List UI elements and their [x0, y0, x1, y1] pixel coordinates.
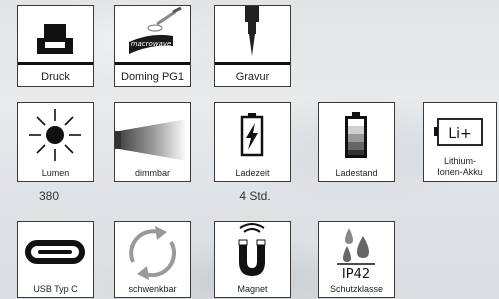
tile-druck: Druck — [17, 5, 94, 87]
ladezeit-value: 4 Std. — [239, 189, 271, 203]
divider-line — [18, 62, 93, 65]
li-ion-battery-icon: Li+ — [434, 118, 483, 146]
rotate-arrows-icon — [129, 226, 177, 280]
divider-line — [115, 62, 190, 65]
tile-label: Gravur — [235, 71, 270, 83]
doming-dome-icon: macrowave — [129, 6, 182, 54]
tile-label-line2: Ionen-Akku — [437, 167, 483, 177]
ip-badge: IP42 — [342, 267, 370, 282]
tile-label: Druck — [41, 71, 70, 83]
tile-label: Schutzklasse — [329, 284, 384, 294]
tile-label: USB Typ C — [33, 284, 78, 294]
water-drops-icon: IP42 — [337, 228, 375, 282]
tile-label: Lithium- Ionen-Akku — [424, 156, 496, 181]
printer-icon — [37, 24, 73, 54]
light-beam-icon — [115, 119, 187, 161]
divider-line — [215, 62, 290, 65]
tile-akku: Li+ Lithium- Ionen-Akku — [423, 102, 497, 182]
lumen-value: 380 — [38, 189, 60, 203]
tile-label: Ladestand — [335, 168, 378, 178]
tile-schwenkbar: schwenkbar — [114, 221, 191, 298]
tile-ladestand: Ladestand — [318, 102, 395, 182]
tile-label: dimmbar — [134, 168, 170, 178]
tile-label: Magnet — [237, 284, 268, 294]
tile-label: Lumen — [41, 168, 70, 178]
magnet-icon — [238, 223, 266, 276]
tile-gravur: Gravur — [214, 5, 291, 87]
tile-label: Doming PG1 — [121, 71, 184, 83]
tile-dimmbar: dimmbar — [114, 102, 191, 182]
brand-label: macrowave — [131, 40, 172, 48]
tile-doming: macrowave Doming PG1 — [114, 5, 191, 87]
tile-label-line1: Lithium- — [443, 156, 476, 166]
battery-level-icon — [345, 112, 367, 158]
sun-icon — [29, 109, 81, 161]
tile-label: Ladezeit — [235, 168, 270, 178]
tile-label: schwenkbar — [128, 284, 177, 294]
tile-lumen: Lumen — [17, 102, 94, 182]
li-badge: Li+ — [448, 126, 471, 142]
usb-c-port-icon — [25, 240, 85, 264]
tile-ladezeit: Ladezeit — [214, 102, 291, 182]
battery-charging-icon — [240, 113, 264, 157]
engraving-needle-icon — [245, 6, 259, 56]
tile-schutzklasse: IP42 Schutzklasse — [318, 221, 395, 298]
tile-magnet: Magnet — [214, 221, 291, 298]
tile-usbc: USB Typ C — [17, 221, 94, 298]
